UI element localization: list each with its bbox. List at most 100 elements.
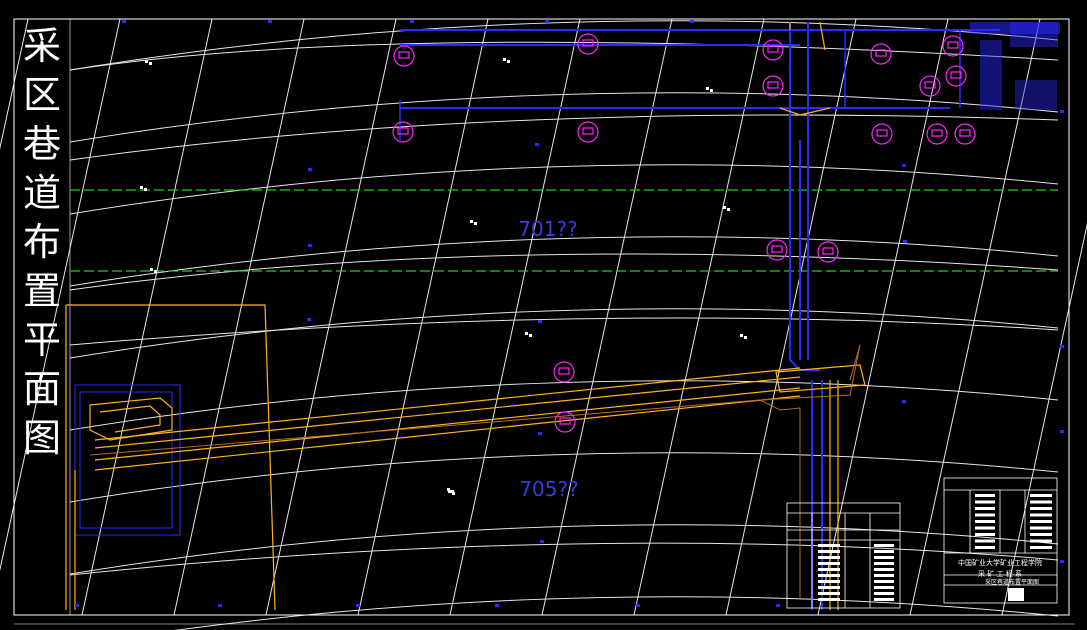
survey-point — [144, 188, 147, 191]
title-block-text-mark — [975, 520, 995, 523]
survey-point — [706, 87, 709, 90]
panel-label-lower: 705?? — [519, 477, 578, 501]
title-block-institution: 中国矿业大学矿业工程学院 — [958, 558, 1042, 567]
grid-tick — [902, 164, 906, 167]
grid-tick — [1060, 560, 1064, 563]
title-block-text-mark — [1030, 546, 1052, 549]
grid-line-horizontal — [69, 380, 1059, 431]
equipment-symbol-icon — [947, 41, 959, 49]
title-block-text-mark — [818, 580, 840, 583]
title-block-text-mark — [1030, 539, 1052, 543]
title-char: 巷 — [22, 122, 61, 166]
title-block-text-mark — [874, 598, 894, 601]
contour-line — [69, 542, 1059, 576]
grid-tick — [122, 20, 126, 23]
title-block-text-mark — [1030, 507, 1052, 510]
survey-point — [525, 332, 528, 335]
survey-point — [452, 492, 455, 495]
equipment-symbol-icon — [767, 81, 779, 89]
title-char: 采 — [22, 24, 61, 68]
equipment-symbol-icon — [931, 129, 943, 137]
equipment-symbol-icon — [817, 241, 839, 263]
grid-tick — [1060, 430, 1064, 433]
title-block-text-mark — [975, 500, 995, 504]
title-block-text-mark — [975, 546, 995, 549]
drawing-frame — [13, 18, 1075, 625]
title-block-text-mark — [874, 592, 894, 595]
contour-line — [69, 41, 1059, 71]
equipment-symbol-icon — [945, 65, 967, 87]
title-block-text-mark — [874, 562, 894, 565]
contour-line — [69, 114, 1059, 161]
survey-point — [149, 62, 152, 65]
equipment-symbol-icon — [762, 75, 784, 97]
survey-point — [150, 268, 153, 271]
title-block-text-mark — [1030, 520, 1052, 523]
title-block-text-mark — [1030, 494, 1052, 497]
title-block-stamp — [1008, 588, 1024, 601]
grid-tick — [902, 400, 906, 403]
blue-roadways — [74, 22, 1000, 610]
equipment-symbol-icon — [926, 123, 948, 145]
title-block-text-mark — [975, 494, 995, 497]
grid-tick — [308, 168, 312, 171]
grid-tick — [776, 604, 780, 607]
equipment-symbol-icon — [954, 123, 976, 145]
grid-line-horizontal — [69, 92, 1059, 143]
survey-points — [140, 58, 747, 495]
title-block-text-mark — [874, 556, 894, 559]
survey-point — [723, 206, 726, 209]
grid-line-vertical — [173, 18, 305, 616]
contour-line — [69, 317, 1059, 346]
survey-point — [470, 220, 473, 223]
title-block-text-mark — [874, 550, 894, 553]
title-block-text-mark — [975, 533, 995, 536]
title-block-text-mark — [975, 507, 995, 510]
title-char: 平 — [22, 318, 61, 362]
survey-point — [154, 270, 157, 273]
orange-roadways — [65, 21, 866, 611]
equipment-symbol-icon — [822, 247, 834, 255]
equipment-symbol-icon — [553, 361, 575, 383]
title-block-text-mark — [818, 556, 840, 559]
grid-tick — [538, 432, 542, 435]
survey-point — [529, 334, 532, 337]
survey-point — [140, 186, 143, 189]
title-char: 图 — [22, 416, 61, 460]
grid-tick — [538, 320, 542, 323]
contour-line — [69, 253, 1059, 291]
survey-point — [740, 334, 743, 337]
survey-point — [744, 336, 747, 339]
equipment-symbol-icon — [959, 129, 971, 137]
cad-drawing: 中国矿业大学矿业工程学院 采 矿 工 程 系 采区巷道布置平面图 701?? 7… — [0, 18, 1087, 630]
title-block-text-mark — [818, 544, 840, 547]
grid-tick — [495, 604, 499, 607]
grid-tick — [410, 20, 414, 23]
coordinate-grid-lines — [0, 18, 1087, 630]
grid-tick — [268, 20, 272, 23]
title-block-drawing-name: 采区巷道布置平面图 — [985, 578, 1039, 586]
grid-tick — [307, 318, 311, 321]
grid-tick — [636, 604, 640, 607]
equipment-symbol-icon — [392, 121, 414, 143]
equipment-symbol-icon — [762, 39, 784, 61]
grid-line-horizontal — [174, 596, 1059, 630]
grid-tick — [903, 240, 907, 243]
grid-tick — [1060, 110, 1064, 113]
title-block-text-mark — [818, 550, 840, 553]
title-block-text-mark — [874, 586, 894, 589]
title-block-department: 采 矿 工 程 系 — [978, 569, 1022, 578]
equipment-symbol-icon — [870, 43, 892, 65]
title-block-text-mark — [874, 568, 894, 571]
title-block-text-mark — [975, 539, 995, 543]
grid-tick — [218, 604, 222, 607]
title-block-text-mark — [874, 574, 894, 577]
equipment-symbol-icon — [398, 51, 410, 59]
title-block-text-mark — [818, 568, 840, 571]
title-char: 置 — [22, 269, 61, 313]
grid-tick — [535, 143, 539, 146]
title-block-text-mark — [818, 598, 840, 601]
equipment-symbol-icon — [577, 121, 599, 143]
survey-point — [145, 60, 148, 63]
grid-tick — [75, 604, 79, 607]
